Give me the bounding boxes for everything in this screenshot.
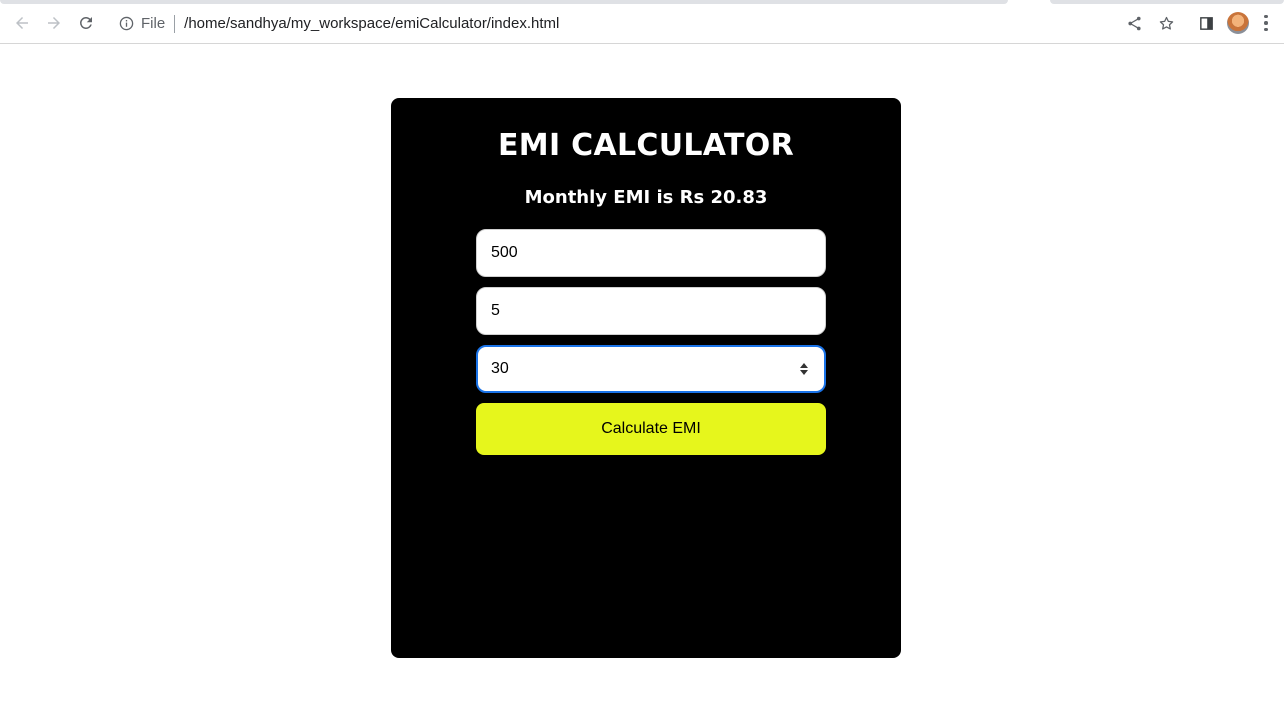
url-divider [174,14,176,33]
back-arrow-icon [16,17,28,29]
principal-field[interactable] [476,229,826,277]
spinner-down-icon[interactable] [800,370,809,375]
reload-icon [80,16,92,29]
tenure-input[interactable] [491,360,800,378]
url-text[interactable]: /home/sandhya/my_workspace/emiCalculator… [184,15,559,32]
tenure-field[interactable] [476,345,826,393]
principal-input[interactable] [491,244,811,262]
side-panel-icon [1199,16,1213,30]
page-title: EMI CALCULATOR [498,128,794,163]
share-icon [1127,16,1141,30]
bookmark-button[interactable] [1155,12,1177,34]
forward-arrow-icon [48,17,60,29]
address-bar[interactable]: File /home/sandhya/my_workspace/emiCalcu… [108,7,1116,40]
info-icon[interactable] [118,16,134,32]
side-panel-button[interactable] [1195,12,1217,34]
emi-calculator-card: EMI CALCULATOR Monthly EMI is Rs 20.83 C… [391,98,901,658]
interest-rate-field[interactable] [476,287,826,335]
reload-button[interactable] [72,9,100,37]
number-spinner[interactable] [799,361,809,377]
forward-button[interactable] [40,9,68,37]
kebab-menu-icon[interactable] [1258,12,1274,34]
url-scheme-label: File [141,15,166,32]
avatar[interactable] [1227,12,1249,34]
calculate-emi-button[interactable]: Calculate EMI [476,403,826,455]
star-icon [1159,16,1173,30]
monthly-emi-result: Monthly EMI is Rs 20.83 [524,187,768,208]
interest-rate-input[interactable] [491,302,811,320]
browser-toolbar: File /home/sandhya/my_workspace/emiCalcu… [0,4,1284,44]
spinner-up-icon[interactable] [800,363,809,368]
share-button[interactable] [1123,12,1145,34]
back-button[interactable] [8,9,36,37]
